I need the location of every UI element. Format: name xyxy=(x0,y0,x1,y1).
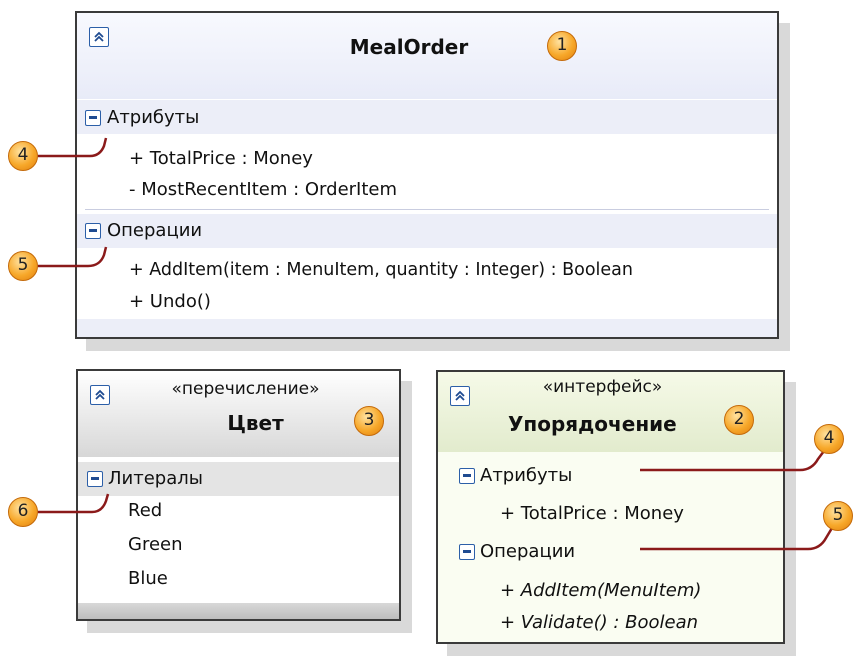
leader-attributes-right xyxy=(640,450,825,472)
leader-literals-left xyxy=(38,493,110,514)
callout-4: 4 xyxy=(814,424,844,454)
leader-attributes-left xyxy=(38,137,108,158)
callout-4: 4 xyxy=(8,141,38,171)
leader-operations-left xyxy=(38,246,108,268)
callout-5: 5 xyxy=(823,501,853,531)
leader-operations-right xyxy=(640,527,834,551)
callout-5: 5 xyxy=(8,251,38,281)
callout-leader-lines xyxy=(38,137,834,551)
callout-6: 6 xyxy=(8,497,38,527)
